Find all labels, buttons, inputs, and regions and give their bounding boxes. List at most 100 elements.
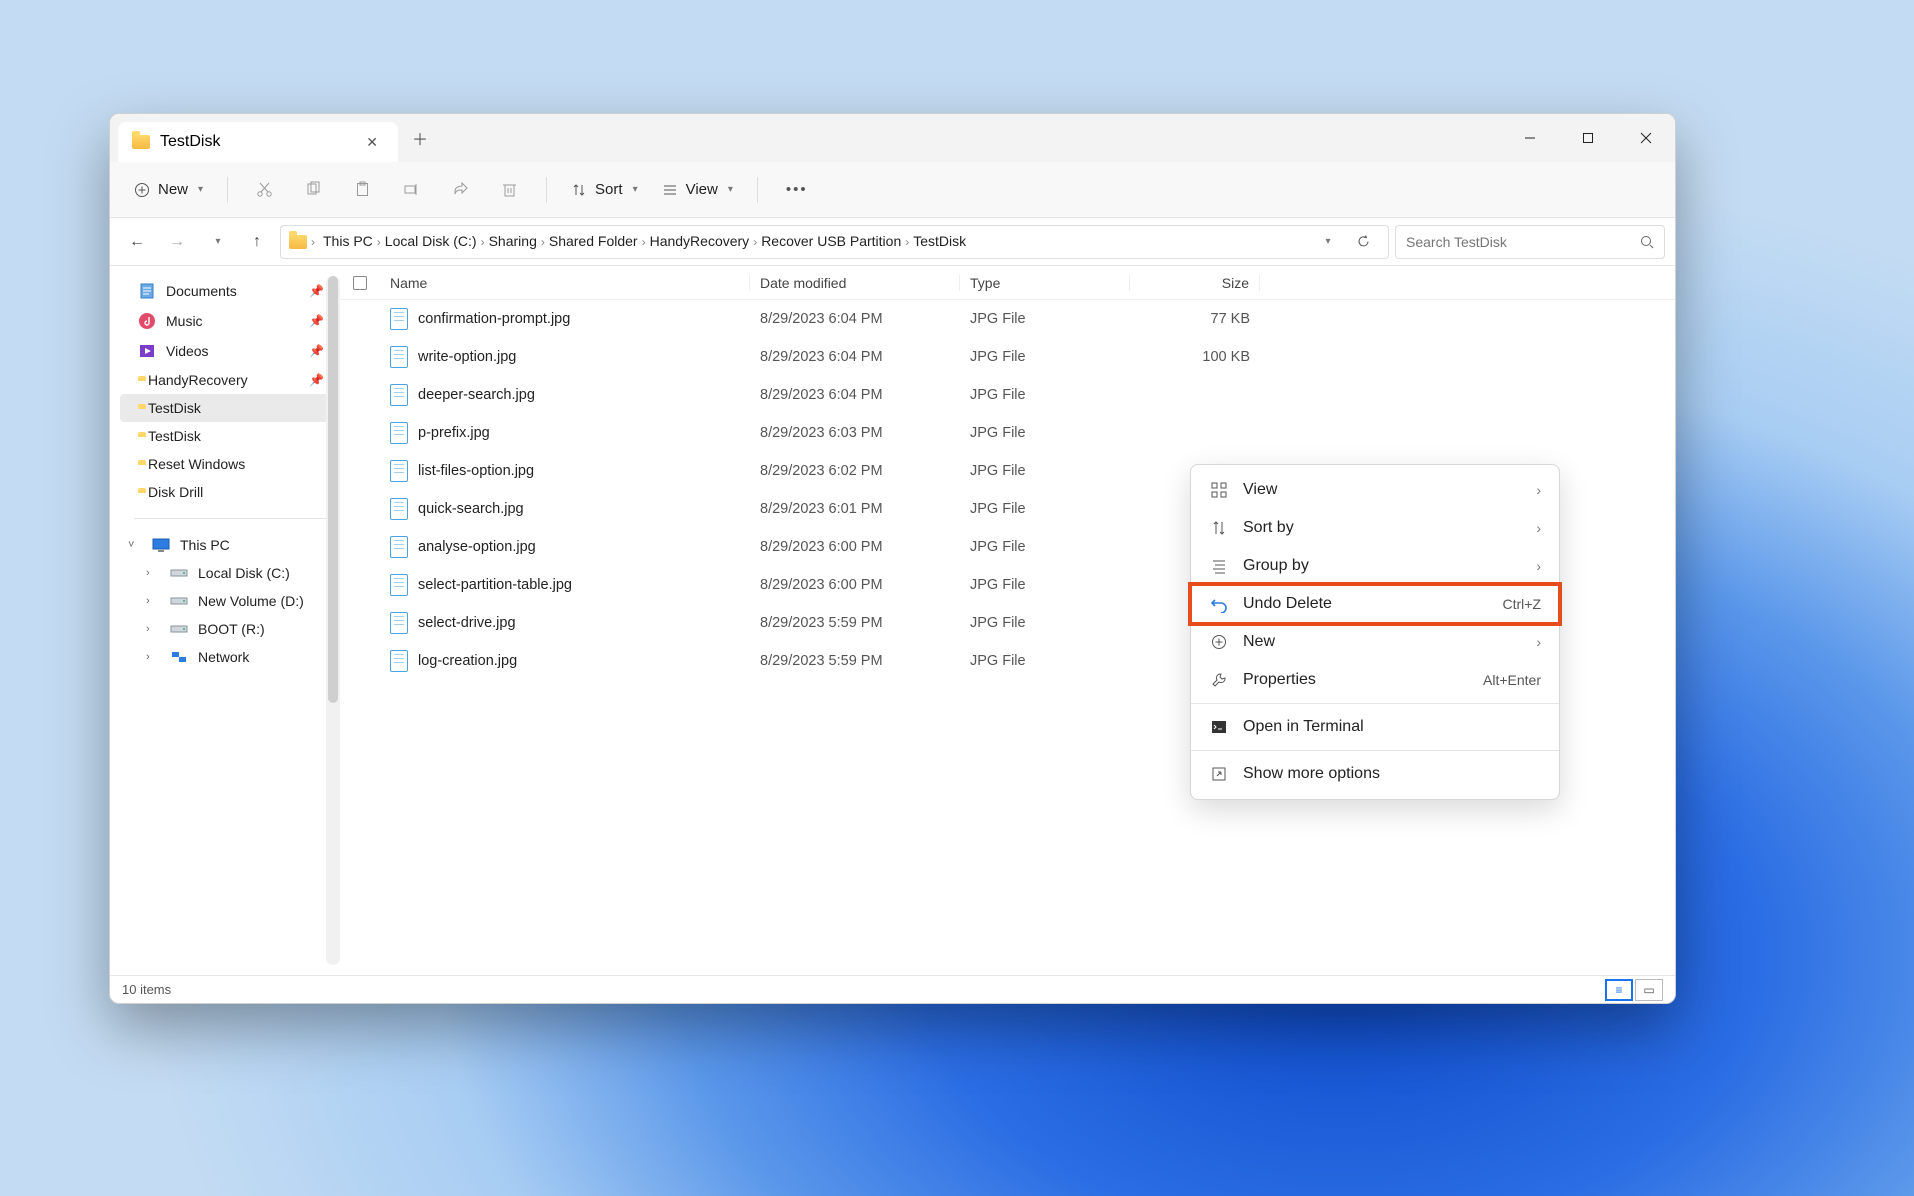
file-date: 8/29/2023 5:59 PM	[750, 615, 960, 631]
more-button[interactable]: •••	[772, 173, 822, 206]
rename-button[interactable]	[389, 173, 434, 206]
sidebar-item[interactable]: Disk Drill	[120, 478, 340, 506]
drive-label: Local Disk (C:)	[198, 565, 290, 581]
drive-label: BOOT (R:)	[198, 621, 265, 637]
sidebar-item[interactable]: HandyRecovery📌	[120, 366, 340, 394]
file-type: JPG File	[960, 653, 1130, 669]
delete-button[interactable]	[487, 173, 532, 206]
checkbox-icon	[353, 276, 367, 290]
icons-view-button[interactable]: ▭	[1635, 979, 1663, 1001]
sidebar-item[interactable]: TestDisk	[120, 422, 340, 450]
context-menu-item[interactable]: PropertiesAlt+Enter	[1191, 661, 1559, 699]
file-row[interactable]: write-option.jpg8/29/2023 6:04 PMJPG Fil…	[340, 338, 1675, 376]
chevron-right-icon: ›	[146, 595, 160, 607]
tab-testdisk[interactable]: TestDisk ✕	[118, 122, 398, 162]
address-history-button[interactable]: ▾	[1310, 225, 1344, 259]
view-button[interactable]: View ▾	[652, 175, 743, 204]
sidebar-item[interactable]: Music📌	[120, 306, 340, 336]
chevron-right-icon: ›	[146, 623, 160, 635]
up-button[interactable]: ↑	[240, 225, 274, 259]
sidebar-this-pc[interactable]: ˅ This PC	[120, 531, 340, 559]
file-date: 8/29/2023 6:01 PM	[750, 501, 960, 517]
context-menu-item[interactable]: View›	[1191, 471, 1559, 509]
recent-locations-button[interactable]: ▾	[200, 225, 234, 259]
column-name[interactable]: Name	[380, 275, 750, 291]
context-menu-item[interactable]: Sort by›	[1191, 509, 1559, 547]
rename-icon	[403, 181, 420, 198]
music-icon	[138, 312, 156, 330]
sidebar-drive[interactable]: › New Volume (D:)	[138, 587, 340, 615]
sidebar-drive[interactable]: › BOOT (R:)	[138, 615, 340, 643]
context-menu-item[interactable]: Group by›	[1191, 547, 1559, 585]
breadcrumb-item[interactable]: HandyRecovery	[646, 231, 754, 251]
maximize-button[interactable]	[1559, 114, 1617, 162]
column-type-label: Type	[970, 275, 1000, 291]
trash-icon	[501, 181, 518, 198]
tab-close-button[interactable]: ✕	[360, 130, 384, 155]
file-row[interactable]: deeper-search.jpg8/29/2023 6:04 PMJPG Fi…	[340, 376, 1675, 414]
breadcrumb-item[interactable]: This PC	[319, 231, 377, 251]
context-menu-item[interactable]: Undo DeleteCtrl+Z	[1191, 585, 1559, 623]
file-name: write-option.jpg	[418, 349, 516, 365]
breadcrumb-item[interactable]: Recover USB Partition	[757, 231, 905, 251]
sidebar-network[interactable]: › Network	[120, 643, 340, 671]
sort-button[interactable]: Sort ▾	[561, 175, 648, 204]
menu-label: Open in Terminal	[1243, 718, 1364, 736]
columns-header: Name Date modified Type Size	[340, 266, 1675, 300]
sidebar-scrollbar[interactable]	[326, 276, 340, 965]
breadcrumb-item[interactable]: Local Disk (C:)	[381, 231, 481, 251]
copy-button[interactable]	[291, 173, 336, 206]
chevron-right-icon: ›	[1536, 634, 1541, 650]
status-text: 10 items	[122, 982, 171, 997]
cut-button[interactable]	[242, 173, 287, 206]
sidebar-item[interactable]: Documents📌	[120, 276, 340, 306]
drive-label: New Volume (D:)	[198, 593, 304, 609]
column-date[interactable]: Date modified	[750, 275, 960, 291]
refresh-button[interactable]	[1346, 225, 1380, 259]
file-row[interactable]: confirmation-prompt.jpg8/29/2023 6:04 PM…	[340, 300, 1675, 338]
wrench-icon	[1209, 672, 1229, 688]
sidebar-item[interactable]: Videos📌	[120, 336, 340, 366]
sidebar-drive[interactable]: ›Local Disk (C:)	[138, 559, 340, 587]
sidebar-item[interactable]: TestDisk	[120, 394, 340, 422]
sidebar-item[interactable]: Reset Windows	[120, 450, 340, 478]
breadcrumb-item[interactable]: TestDisk	[909, 231, 970, 251]
back-button[interactable]: ←	[120, 225, 154, 259]
context-menu-item[interactable]: Show more options	[1191, 755, 1559, 793]
sidebar: Documents📌Music📌Videos📌HandyRecovery📌Tes…	[110, 266, 340, 975]
new-button[interactable]: New ▾	[124, 175, 213, 204]
scrollbar-thumb[interactable]	[328, 276, 338, 703]
breadcrumb[interactable]: › This PC›Local Disk (C:)›Sharing›Shared…	[280, 225, 1389, 259]
file-size: 100 KB	[1130, 349, 1260, 365]
new-tab-button[interactable]: ＋	[398, 118, 442, 158]
image-file-icon	[390, 460, 408, 482]
toolbar: New ▾ Sort ▾ View ▾ •••	[110, 162, 1675, 218]
file-type: JPG File	[960, 311, 1130, 327]
context-menu-item[interactable]: Open in Terminal	[1191, 708, 1559, 746]
forward-button[interactable]: →	[160, 225, 194, 259]
image-file-icon	[390, 422, 408, 444]
file-name: list-files-option.jpg	[418, 463, 534, 479]
menu-label: View	[1243, 481, 1277, 499]
sort-label: Sort	[595, 181, 623, 198]
breadcrumb-item[interactable]: Sharing	[485, 231, 541, 251]
file-name: quick-search.jpg	[418, 501, 524, 517]
sidebar-item-label: Disk Drill	[148, 484, 203, 500]
column-size[interactable]: Size	[1130, 275, 1260, 291]
search-input[interactable]	[1406, 234, 1640, 250]
paste-button[interactable]	[340, 173, 385, 206]
grid-icon	[1209, 482, 1229, 498]
close-button[interactable]	[1617, 114, 1675, 162]
documents-icon	[138, 282, 156, 300]
file-row[interactable]: p-prefix.jpg8/29/2023 6:03 PMJPG File	[340, 414, 1675, 452]
search-box[interactable]	[1395, 225, 1665, 259]
minimize-button[interactable]	[1501, 114, 1559, 162]
scissors-icon	[256, 181, 273, 198]
column-select-all[interactable]	[340, 276, 380, 290]
monitor-icon	[152, 538, 170, 552]
breadcrumb-item[interactable]: Shared Folder	[545, 231, 642, 251]
share-button[interactable]	[438, 173, 483, 206]
column-type[interactable]: Type	[960, 275, 1130, 291]
details-view-button[interactable]: ≡	[1605, 979, 1633, 1001]
context-menu-item[interactable]: New›	[1191, 623, 1559, 661]
